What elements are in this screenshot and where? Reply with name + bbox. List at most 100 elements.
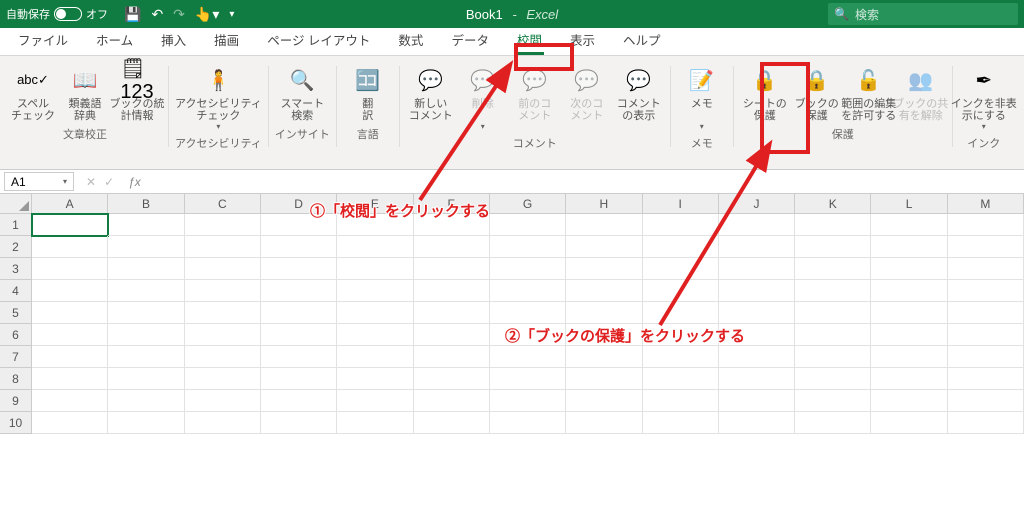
row-header-4[interactable]: 4 (0, 280, 32, 302)
ribbon-button-spell[interactable]: abc✓スペル チェック (8, 60, 58, 124)
cell-G1[interactable] (490, 214, 566, 236)
cell-F7[interactable] (414, 346, 490, 368)
ribbon-button-translate[interactable]: 🈁翻 訳 (343, 60, 393, 124)
row-header-3[interactable]: 3 (0, 258, 32, 280)
column-header-M[interactable]: M (948, 194, 1024, 214)
cell-H7[interactable] (566, 346, 642, 368)
cell-A10[interactable] (32, 412, 108, 434)
cell-B8[interactable] (108, 368, 184, 390)
cell-I7[interactable] (643, 346, 719, 368)
cell-A8[interactable] (32, 368, 108, 390)
cell-F5[interactable] (414, 302, 490, 324)
cell-A7[interactable] (32, 346, 108, 368)
cell-K1[interactable] (795, 214, 871, 236)
cell-F9[interactable] (414, 390, 490, 412)
row-header-10[interactable]: 10 (0, 412, 32, 434)
ribbon-button-showc[interactable]: 💬コメント の表示 (614, 60, 664, 133)
column-header-C[interactable]: C (185, 194, 261, 214)
cell-F3[interactable] (414, 258, 490, 280)
ribbon-button-ink[interactable]: ✒インクを非表 示にする (959, 60, 1009, 133)
cell-I1[interactable] (643, 214, 719, 236)
cell-M6[interactable] (948, 324, 1024, 346)
select-all-corner[interactable] (0, 194, 32, 214)
cell-I8[interactable] (643, 368, 719, 390)
row-header-1[interactable]: 1 (0, 214, 32, 236)
ribbon-button-newc[interactable]: 💬新しい コメント (406, 60, 456, 133)
column-header-I[interactable]: I (643, 194, 719, 214)
cell-G4[interactable] (490, 280, 566, 302)
cell-M3[interactable] (948, 258, 1024, 280)
cell-M9[interactable] (948, 390, 1024, 412)
cell-D2[interactable] (261, 236, 337, 258)
tab-数式[interactable]: 数式 (388, 26, 433, 55)
cell-B9[interactable] (108, 390, 184, 412)
cell-C5[interactable] (185, 302, 261, 324)
cell-F10[interactable] (414, 412, 490, 434)
cell-J1[interactable] (719, 214, 795, 236)
cell-J5[interactable] (719, 302, 795, 324)
cell-G2[interactable] (490, 236, 566, 258)
cell-D10[interactable] (261, 412, 337, 434)
cell-G3[interactable] (490, 258, 566, 280)
cell-C4[interactable] (185, 280, 261, 302)
cell-I10[interactable] (643, 412, 719, 434)
cell-G9[interactable] (490, 390, 566, 412)
cell-D8[interactable] (261, 368, 337, 390)
cell-A3[interactable] (32, 258, 108, 280)
cell-F8[interactable] (414, 368, 490, 390)
cell-I9[interactable] (643, 390, 719, 412)
name-box[interactable]: A1▾ (4, 172, 74, 191)
cell-C6[interactable] (185, 324, 261, 346)
cell-A2[interactable] (32, 236, 108, 258)
cell-L10[interactable] (871, 412, 947, 434)
cell-L5[interactable] (871, 302, 947, 324)
tab-描画[interactable]: 描画 (204, 26, 249, 55)
cell-H3[interactable] (566, 258, 642, 280)
cell-L4[interactable] (871, 280, 947, 302)
cell-L9[interactable] (871, 390, 947, 412)
cell-C10[interactable] (185, 412, 261, 434)
row-header-8[interactable]: 8 (0, 368, 32, 390)
cell-B10[interactable] (108, 412, 184, 434)
cell-H4[interactable] (566, 280, 642, 302)
row-header-7[interactable]: 7 (0, 346, 32, 368)
cell-M8[interactable] (948, 368, 1024, 390)
tab-挿入[interactable]: 挿入 (151, 26, 196, 55)
cancel-icon[interactable]: ✕ (86, 175, 96, 189)
cell-E8[interactable] (337, 368, 413, 390)
tab-表示[interactable]: 表示 (560, 26, 605, 55)
cell-F6[interactable] (414, 324, 490, 346)
cell-J2[interactable] (719, 236, 795, 258)
cell-H9[interactable] (566, 390, 642, 412)
cell-E3[interactable] (337, 258, 413, 280)
tab-ホーム[interactable]: ホーム (86, 26, 143, 55)
cell-J8[interactable] (719, 368, 795, 390)
column-header-A[interactable]: A (32, 194, 108, 214)
cell-A9[interactable] (32, 390, 108, 412)
ribbon-button-psheet[interactable]: 🔒シートの 保護 (740, 60, 790, 124)
touch-mode-icon[interactable]: 👆▾ (195, 6, 219, 23)
spreadsheet-grid[interactable]: ABCDEFGHIJKLM 12345678910 (0, 194, 1024, 518)
ribbon-button-pbook[interactable]: 🔒ブックの 保護 (792, 60, 842, 124)
cell-K2[interactable] (795, 236, 871, 258)
enter-icon[interactable]: ✓ (104, 175, 114, 189)
cell-E7[interactable] (337, 346, 413, 368)
column-header-G[interactable]: G (490, 194, 566, 214)
cell-A1[interactable] (32, 214, 108, 236)
cell-B5[interactable] (108, 302, 184, 324)
formula-input[interactable] (147, 170, 1024, 193)
column-header-B[interactable]: B (108, 194, 184, 214)
cell-C7[interactable] (185, 346, 261, 368)
cell-H10[interactable] (566, 412, 642, 434)
cell-K3[interactable] (795, 258, 871, 280)
cell-B3[interactable] (108, 258, 184, 280)
cell-H1[interactable] (566, 214, 642, 236)
tab-ページ レイアウト[interactable]: ページ レイアウト (257, 26, 380, 55)
cell-D9[interactable] (261, 390, 337, 412)
cell-I5[interactable] (643, 302, 719, 324)
cell-E5[interactable] (337, 302, 413, 324)
cell-L2[interactable] (871, 236, 947, 258)
cell-E10[interactable] (337, 412, 413, 434)
cell-D3[interactable] (261, 258, 337, 280)
cell-F2[interactable] (414, 236, 490, 258)
